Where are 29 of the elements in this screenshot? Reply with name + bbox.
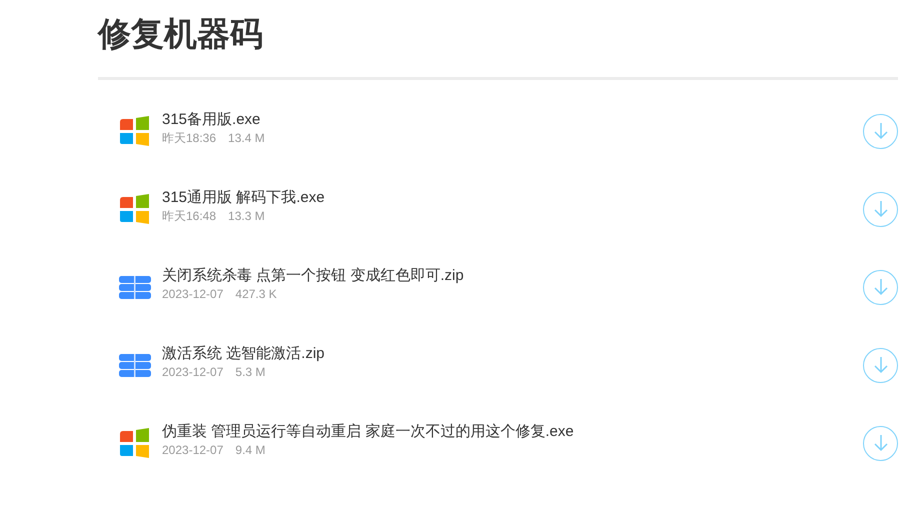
file-name[interactable]: 激活系统 选智能激活.zip — [162, 344, 863, 364]
file-name[interactable]: 315备用版.exe — [162, 110, 863, 130]
windows-file-icon — [118, 114, 152, 148]
file-date: 2023-12-07 — [162, 442, 224, 458]
arrow-down-icon — [872, 200, 888, 218]
file-name[interactable]: 伪重装 管理员运行等自动重启 家庭一次不过的用这个修复.exe — [162, 422, 863, 442]
file-name[interactable]: 315通用版 解码下我.exe — [162, 188, 863, 208]
download-button[interactable] — [863, 270, 898, 304]
download-button[interactable] — [863, 192, 898, 226]
file-size: 13.4 M — [228, 130, 265, 146]
file-name[interactable]: 关闭系统杀毒 点第一个按钮 变成红色即可.zip — [162, 266, 863, 286]
file-size: 9.4 M — [235, 442, 266, 458]
arrow-down-icon — [872, 122, 888, 140]
file-size: 427.3 K — [235, 286, 277, 302]
arrow-down-icon — [872, 278, 888, 296]
file-size: 13.3 M — [228, 208, 265, 224]
download-button[interactable] — [863, 114, 898, 148]
file-size: 5.3 M — [235, 364, 266, 380]
download-button[interactable] — [863, 426, 898, 460]
page-title: 修复机器码 — [98, 14, 264, 54]
arrow-down-icon — [872, 356, 888, 374]
file-date: 2023-12-07 — [162, 286, 224, 302]
file-date: 昨天16:48 — [162, 208, 216, 224]
file-date: 昨天18:36 — [162, 130, 216, 146]
arrow-down-icon — [872, 434, 888, 452]
windows-file-icon — [118, 426, 152, 460]
file-date: 2023-12-07 — [162, 364, 224, 380]
windows-file-icon — [118, 192, 152, 226]
download-button[interactable] — [863, 348, 898, 382]
